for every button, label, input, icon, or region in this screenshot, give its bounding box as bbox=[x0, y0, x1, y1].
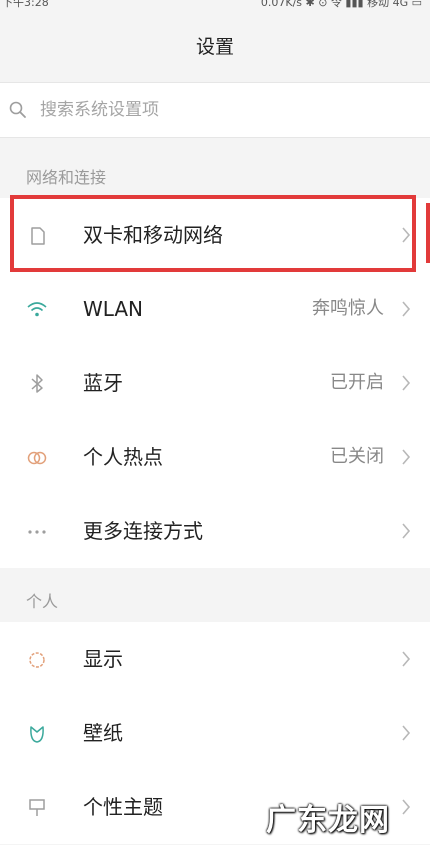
settings-item-display[interactable]: 显示 bbox=[0, 622, 430, 696]
hotspot-icon bbox=[27, 451, 47, 465]
status-bar: 下午3:28 0.07K/s ✱ ⊙ 令 ▮▮▮ 移动 4G ▭ bbox=[0, 0, 430, 14]
search-placeholder: 搜索系统设置项 bbox=[40, 100, 159, 120]
chevron-right-icon bbox=[402, 799, 411, 815]
settings-item-bluetooth[interactable]: 蓝牙 已开启 bbox=[0, 346, 430, 420]
item-label: 更多连接方式 bbox=[83, 519, 203, 543]
item-label: 蓝牙 bbox=[83, 371, 123, 395]
item-label: WLAN bbox=[83, 297, 144, 321]
item-label: 显示 bbox=[83, 647, 123, 671]
wallpaper-icon bbox=[30, 726, 44, 743]
bluetooth-icon bbox=[31, 374, 43, 393]
chevron-right-icon bbox=[402, 651, 411, 667]
chevron-right-icon bbox=[402, 449, 411, 465]
chevron-right-icon bbox=[402, 301, 411, 317]
item-label: 个人热点 bbox=[83, 445, 163, 469]
page-title: 设置 bbox=[195, 36, 234, 58]
section-header-personal: 个人 bbox=[0, 570, 430, 622]
status-indicators: 0.07K/s ✱ ⊙ 令 ▮▮▮ 移动 4G ▭ bbox=[260, 0, 422, 9]
section-title: 网络和连接 bbox=[26, 168, 107, 187]
section-title: 个人 bbox=[26, 592, 59, 611]
settings-item-more-connections[interactable]: 更多连接方式 bbox=[0, 494, 430, 568]
search-icon bbox=[9, 101, 26, 118]
more-icon bbox=[28, 530, 46, 534]
section-header-network: 网络和连接 bbox=[0, 146, 430, 198]
chevron-right-icon bbox=[402, 725, 411, 741]
highlight-edge-mark bbox=[426, 203, 430, 263]
item-label: 壁纸 bbox=[83, 721, 123, 745]
wifi-icon bbox=[27, 302, 47, 317]
item-value: 奔鸣惊人 bbox=[312, 298, 384, 319]
status-time: 下午3:28 bbox=[2, 0, 49, 9]
chevron-right-icon bbox=[402, 523, 411, 539]
theme-icon bbox=[29, 799, 45, 816]
chevron-right-icon bbox=[402, 375, 411, 391]
search-bar[interactable]: 搜索系统设置项 bbox=[0, 82, 430, 138]
settings-item-wallpaper[interactable]: 壁纸 bbox=[0, 696, 430, 770]
settings-item-wlan[interactable]: WLAN 奔鸣惊人 bbox=[0, 272, 430, 346]
display-icon bbox=[29, 652, 45, 668]
item-value: 已关闭 bbox=[330, 446, 384, 467]
settings-item-hotspot[interactable]: 个人热点 已关闭 bbox=[0, 420, 430, 494]
watermark: 广东龙网 bbox=[266, 803, 390, 838]
highlight-box bbox=[10, 195, 416, 272]
item-label: 个性主题 bbox=[83, 795, 163, 819]
item-value: 已开启 bbox=[330, 372, 384, 393]
